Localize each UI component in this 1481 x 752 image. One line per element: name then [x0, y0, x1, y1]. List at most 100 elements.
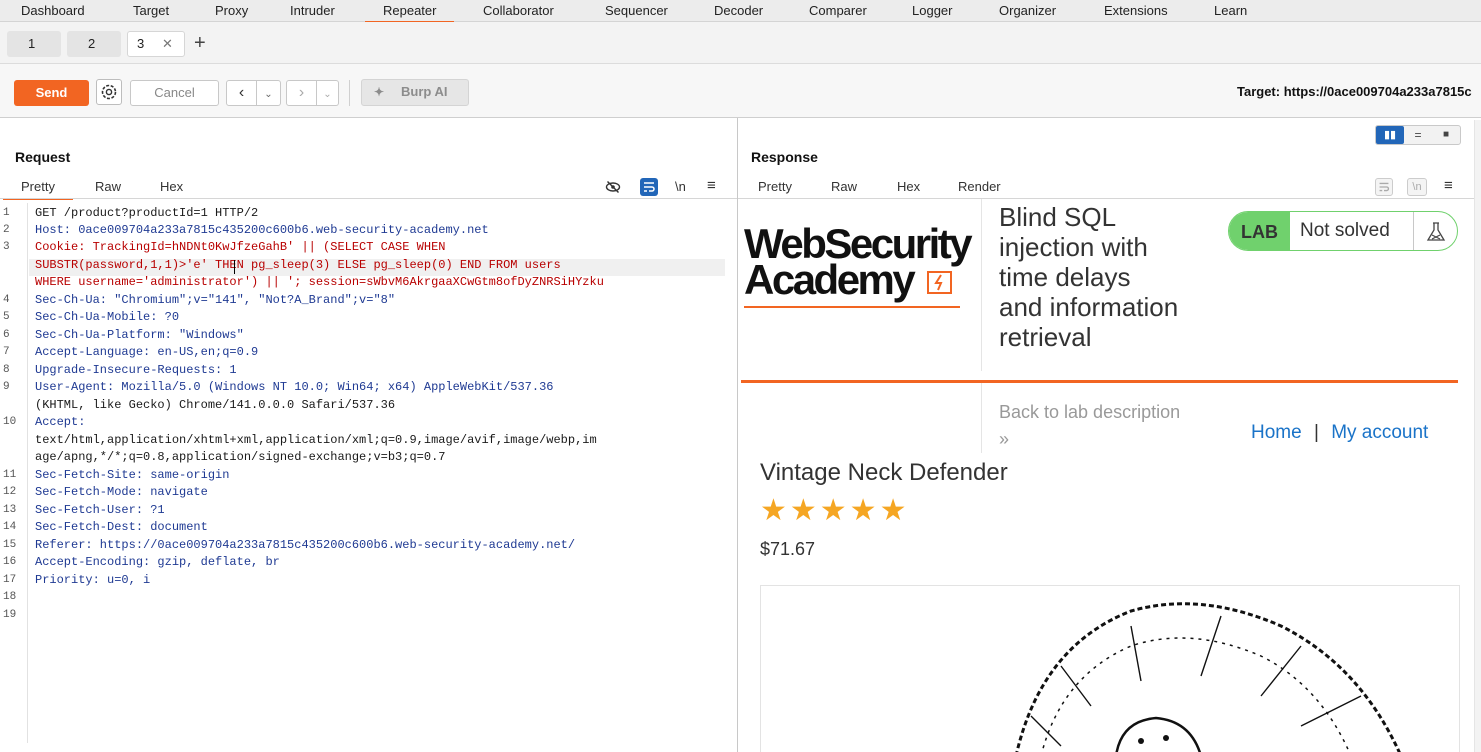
repeater-tab-1[interactable]: 1: [7, 31, 61, 57]
response-title: Response: [751, 149, 818, 165]
cancel-button[interactable]: Cancel: [130, 80, 219, 106]
request-line[interactable]: text/html,application/xhtml+xml,applicat…: [35, 433, 597, 447]
gear-icon: [101, 84, 117, 100]
line-number: 12: [3, 486, 17, 498]
add-tab-icon[interactable]: +: [194, 33, 206, 53]
menu-decoder[interactable]: Decoder: [714, 0, 763, 22]
main-menu-bar: Dashboard Target Proxy Intruder Repeater…: [0, 0, 1481, 23]
lab-title: Blind SQL injection with time delays and…: [999, 202, 1178, 352]
product-name: Vintage Neck Defender: [760, 459, 1008, 486]
repeater-tab-3[interactable]: 3 ✕: [127, 31, 185, 57]
tab-hex[interactable]: Hex: [897, 176, 920, 198]
line-number: 9: [3, 381, 10, 393]
burp-ai-label: Burp AI: [401, 84, 448, 99]
menu-icon[interactable]: ≡: [1444, 177, 1453, 194]
product-image: [760, 585, 1460, 752]
request-line[interactable]: User-Agent: Mozilla/5.0 (Windows NT 10.0…: [35, 380, 553, 394]
request-line[interactable]: Host: 0ace009704a233a7815c435200c600b6.w…: [35, 223, 489, 237]
wrap-lines-icon[interactable]: [1375, 178, 1393, 196]
logo-text-line2: Academy: [744, 256, 916, 303]
request-view-tabs: Pretty Raw Hex \n ≡: [0, 176, 738, 200]
nav-my-account-link[interactable]: My account: [1331, 422, 1428, 443]
request-line[interactable]: (KHTML, like Gecko) Chrome/141.0.0.0 Saf…: [35, 398, 395, 412]
back-button[interactable]: ‹: [226, 80, 257, 106]
menu-learn[interactable]: Learn: [1214, 0, 1247, 22]
request-line[interactable]: Accept:: [35, 415, 85, 429]
vertical-scrollbar[interactable]: [1474, 120, 1481, 752]
request-line[interactable]: Cookie: TrackingId=hNDNt0KwJfzeGahB' || …: [35, 240, 445, 254]
request-line[interactable]: Sec-Ch-Ua-Platform: "Windows": [35, 328, 244, 342]
lab-title-line: retrieval: [999, 322, 1092, 352]
request-line[interactable]: Referer: https://0ace009704a233a7815c435…: [35, 538, 575, 552]
tab-label: 1: [28, 36, 36, 51]
menu-extensions[interactable]: Extensions: [1104, 0, 1168, 22]
menu-organizer[interactable]: Organizer: [999, 0, 1056, 22]
menu-repeater[interactable]: Repeater: [364, 0, 456, 23]
line-number: 8: [3, 364, 10, 376]
newline-toggle-icon[interactable]: \n: [1407, 178, 1427, 196]
burp-ai-button[interactable]: ✦ Burp AI: [361, 79, 469, 106]
line-number: 19: [3, 609, 17, 621]
request-line[interactable]: Sec-Fetch-User: ?1: [35, 503, 165, 517]
line-number: 3: [3, 241, 10, 253]
single-pane-icon[interactable]: ■: [1432, 126, 1460, 144]
tab-pretty[interactable]: Pretty: [758, 176, 792, 198]
menu-sequencer[interactable]: Sequencer: [605, 0, 668, 22]
request-line[interactable]: Accept-Encoding: gzip, deflate, br: [35, 555, 280, 569]
tab-hex[interactable]: Hex: [160, 176, 183, 198]
request-line[interactable]: Sec-Fetch-Mode: navigate: [35, 485, 208, 499]
tab-raw[interactable]: Raw: [831, 176, 857, 198]
request-line[interactable]: SUBSTR(password,1,1)>'e' THEN pg_sleep(3…: [35, 258, 561, 272]
request-line[interactable]: Accept-Language: en-US,en;q=0.9: [35, 345, 258, 359]
split-vertical-icon[interactable]: =: [1404, 126, 1432, 144]
menu-logger[interactable]: Logger: [912, 0, 952, 22]
tab-render[interactable]: Render: [940, 176, 1019, 200]
menu-target[interactable]: Target: [133, 0, 169, 22]
forward-history-dropdown[interactable]: ⌄: [317, 80, 339, 106]
target-url[interactable]: Target: https://0ace009704a233a7815c: [1237, 84, 1472, 99]
split-horizontal-icon[interactable]: ▮▮: [1376, 126, 1404, 144]
header-orange-rule: [741, 380, 1458, 383]
request-line[interactable]: WHERE username='administrator') || '; se…: [35, 275, 604, 289]
menu-comparer[interactable]: Comparer: [809, 0, 867, 22]
send-button[interactable]: Send: [14, 80, 89, 106]
menu-icon[interactable]: ≡: [707, 177, 716, 194]
menu-intruder[interactable]: Intruder: [290, 0, 335, 22]
sparkle-icon: ✦: [374, 85, 385, 99]
request-line[interactable]: Sec-Ch-Ua: "Chromium";v="141", "Not?A_Br…: [35, 293, 395, 307]
request-line[interactable]: Sec-Fetch-Site: same-origin: [35, 468, 229, 482]
tab-raw[interactable]: Raw: [95, 176, 121, 198]
lab-title-line: Blind SQL: [999, 202, 1117, 232]
request-line[interactable]: Upgrade-Insecure-Requests: 1: [35, 363, 237, 377]
newline-toggle-icon[interactable]: \n: [675, 179, 686, 194]
menu-collaborator[interactable]: Collaborator: [483, 0, 554, 22]
back-history-dropdown[interactable]: ⌄: [257, 80, 281, 106]
wrap-lines-icon[interactable]: [640, 178, 658, 196]
lab-badge: LAB: [1229, 212, 1290, 250]
hide-eye-icon[interactable]: [605, 179, 621, 195]
close-icon[interactable]: ✕: [162, 31, 173, 57]
request-line[interactable]: Sec-Fetch-Dest: document: [35, 520, 208, 534]
tab-label: 3: [137, 36, 145, 51]
request-line[interactable]: Sec-Ch-Ua-Mobile: ?0: [35, 310, 179, 324]
back-to-lab-link[interactable]: Back to lab description: [999, 402, 1180, 423]
line-number: 7: [3, 346, 10, 358]
request-line[interactable]: GET /product?productId=1 HTTP/2: [35, 206, 258, 220]
lab-title-line: injection with: [999, 232, 1148, 262]
forward-button[interactable]: ›: [286, 80, 317, 106]
tab-label: 2: [88, 36, 96, 51]
tab-pretty[interactable]: Pretty: [3, 176, 73, 200]
settings-button[interactable]: [96, 79, 122, 105]
request-line[interactable]: Priority: u=0, i: [35, 573, 150, 587]
repeater-tab-2[interactable]: 2: [67, 31, 121, 57]
line-number: 13: [3, 504, 17, 516]
request-line[interactable]: age/apng,*/*;q=0.8,application/signed-ex…: [35, 450, 445, 464]
rating-stars: ★★★★★: [760, 494, 910, 527]
menu-proxy[interactable]: Proxy: [215, 0, 248, 22]
nav-home-link[interactable]: Home: [1251, 422, 1302, 443]
double-chevron-icon: »: [999, 429, 1010, 449]
lab-title-line: and information: [999, 292, 1179, 322]
line-number: 14: [3, 521, 17, 533]
menu-dashboard[interactable]: Dashboard: [21, 0, 85, 22]
academy-logo[interactable]: WebSecurity Academy: [744, 223, 978, 323]
